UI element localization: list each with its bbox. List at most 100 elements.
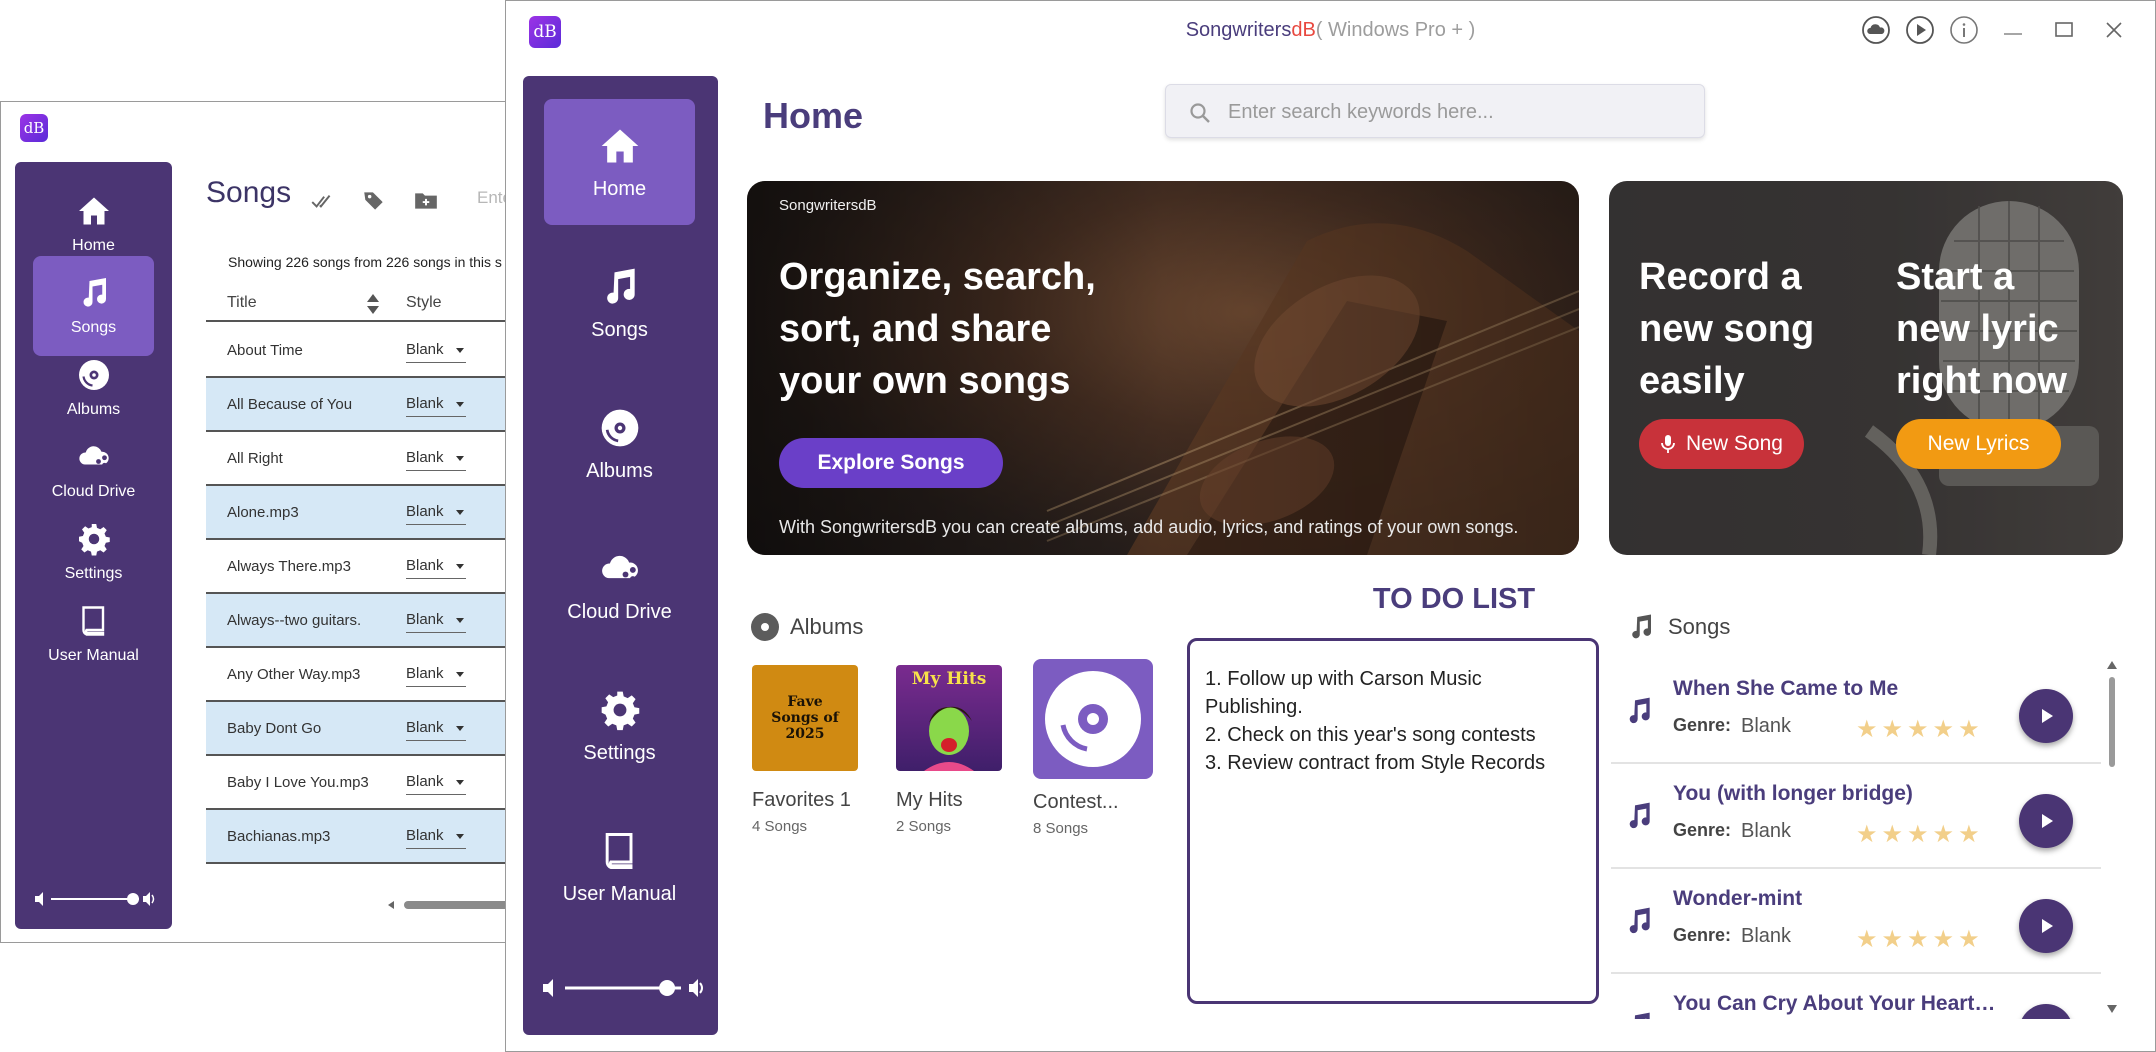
back-sidebar-item-user-manual[interactable]: User Manual xyxy=(33,584,154,684)
cloud-share-icon xyxy=(601,555,638,582)
sidebar-item-user-manual[interactable]: User Manual xyxy=(544,804,695,930)
tag-icon[interactable] xyxy=(361,188,387,214)
search-bar[interactable] xyxy=(1165,84,1705,138)
back-sidebar-label: Home xyxy=(72,237,115,254)
home-icon xyxy=(78,197,109,225)
search-input[interactable] xyxy=(1228,93,1688,131)
maximize-icon[interactable] xyxy=(2049,15,2079,45)
sidebar-item-settings[interactable]: Settings xyxy=(544,663,695,789)
chevron-down-icon xyxy=(456,510,464,515)
songs-section-header: Songs xyxy=(1626,611,1730,643)
volume-slider[interactable] xyxy=(541,975,706,1001)
table-row[interactable]: All Right Blank xyxy=(206,432,529,486)
table-row[interactable]: Baby I Love You.mp3 Blank xyxy=(206,756,529,810)
page-title: Songs xyxy=(206,176,292,209)
genre-label: Genre: xyxy=(1673,820,1732,840)
style-dropdown[interactable]: Blank xyxy=(406,661,466,687)
style-value: Blank xyxy=(406,449,444,466)
album-card[interactable]: Contest... 8 Songs xyxy=(1033,659,1153,837)
volume-knob[interactable] xyxy=(659,980,676,996)
album-card[interactable]: My Hits My Hits 2 Songs xyxy=(896,665,1016,835)
play-button[interactable] xyxy=(2019,899,2073,953)
genre-value: Blank xyxy=(1741,820,1792,842)
song-item[interactable]: You Can Cry About Your Heartbr... xyxy=(1611,974,2101,1019)
gear-icon xyxy=(78,524,110,556)
minimize-icon[interactable] xyxy=(1998,15,2028,45)
chevron-down-icon xyxy=(456,726,464,731)
book-icon xyxy=(81,606,104,636)
table-row[interactable]: Bachianas.mp3 Blank xyxy=(206,810,529,864)
style-dropdown[interactable]: Blank xyxy=(406,823,466,849)
song-title[interactable]: You Can Cry About Your Heartbr... xyxy=(1673,992,2003,1016)
table-row[interactable]: Baby Dont Go Blank xyxy=(206,702,529,756)
music-note-icon xyxy=(83,278,106,307)
play-button[interactable] xyxy=(2019,794,2073,848)
info-icon[interactable] xyxy=(1949,15,1979,45)
close-icon[interactable] xyxy=(2099,15,2129,45)
album-name: My Hits xyxy=(896,789,963,811)
sidebar-item-home[interactable]: Home xyxy=(544,99,695,225)
play-button[interactable] xyxy=(2019,1004,2073,1019)
style-dropdown[interactable]: Blank xyxy=(406,499,466,525)
column-style[interactable]: Style xyxy=(406,294,442,312)
book-icon xyxy=(605,832,632,869)
song-title: About Time xyxy=(227,342,303,359)
style-dropdown[interactable]: Blank xyxy=(406,607,466,633)
style-value: Blank xyxy=(406,395,444,412)
song-title[interactable]: Wonder-mint xyxy=(1673,887,2003,911)
play-button[interactable] xyxy=(2019,689,2073,743)
volume-slider[interactable] xyxy=(33,889,158,909)
style-dropdown[interactable]: Blank xyxy=(406,715,466,741)
style-value: Blank xyxy=(406,341,444,358)
star-rating[interactable]: ★★★★★ xyxy=(1856,820,1984,848)
back-window[interactable]: dB Home Songs Albums Cloud Drive Setting… xyxy=(0,101,530,943)
table-row[interactable]: About Time Blank xyxy=(206,324,529,378)
table-row[interactable]: Any Other Way.mp3 Blank xyxy=(206,648,529,702)
play-icon xyxy=(2042,919,2053,933)
genre-value: Blank xyxy=(1741,715,1792,737)
album-cover: My Hits xyxy=(896,665,1002,771)
column-title[interactable]: Title xyxy=(227,294,257,312)
explore-songs-button[interactable]: Explore Songs xyxy=(779,438,1003,488)
vertical-scrollbar[interactable] xyxy=(2103,659,2121,1019)
star-rating[interactable]: ★★★★★ xyxy=(1856,715,1984,743)
song-item[interactable]: When She Came to Me Genre: Blank ★★★★★ xyxy=(1611,659,2101,764)
style-dropdown[interactable]: Blank xyxy=(406,553,466,579)
new-lyrics-button[interactable]: New Lyrics xyxy=(1896,419,2061,469)
style-dropdown[interactable]: Blank xyxy=(406,337,466,363)
play-circle-icon[interactable] xyxy=(1905,15,1935,45)
todo-textarea[interactable]: 1. Follow up with Carson Music Publishin… xyxy=(1187,638,1599,1004)
sort-icon[interactable] xyxy=(366,292,380,316)
table-row[interactable]: Always There.mp3 Blank xyxy=(206,540,529,594)
sidebar-item-songs[interactable]: Songs xyxy=(544,240,695,366)
todo-text[interactable]: 1. Follow up with Carson Music Publishin… xyxy=(1205,665,1585,777)
main-window[interactable]: dB SongwritersdB ( Windows Pro + ) Home S… xyxy=(505,0,2156,1052)
sidebar-item-albums[interactable]: Albums xyxy=(544,381,695,507)
song-title[interactable]: You (with longer bridge) xyxy=(1673,782,2003,806)
home-icon xyxy=(601,129,638,162)
check-all-icon[interactable] xyxy=(309,188,335,214)
record-heading: Record a new song easily xyxy=(1639,256,1815,402)
star-rating[interactable]: ★★★★★ xyxy=(1856,925,1984,953)
table-row[interactable]: Always--two guitars. Blank xyxy=(206,594,529,648)
cloud-sync-icon[interactable] xyxy=(1861,15,1891,45)
chevron-down-icon xyxy=(456,672,464,677)
lyric-heading: Start a new lyric right now xyxy=(1896,256,2067,402)
add-folder-icon[interactable] xyxy=(413,188,439,214)
album-cover-text: Fave Songs of 2025 xyxy=(771,694,839,742)
style-dropdown[interactable]: Blank xyxy=(406,391,466,417)
song-title: All Right xyxy=(227,450,283,467)
song-item[interactable]: You (with longer bridge) Genre: Blank ★★… xyxy=(1611,764,2101,869)
cloud-share-icon xyxy=(78,446,109,468)
table-row[interactable]: All Because of You Blank xyxy=(206,378,529,432)
sidebar-item-cloud-drive[interactable]: Cloud Drive xyxy=(544,522,695,648)
style-dropdown[interactable]: Blank xyxy=(406,445,466,471)
song-title[interactable]: When She Came to Me xyxy=(1673,677,2003,701)
hero-brand: SongwritersdB xyxy=(779,197,877,214)
album-song-count: 2 Songs xyxy=(896,818,952,835)
style-dropdown[interactable]: Blank xyxy=(406,769,466,795)
album-card[interactable]: Fave Songs of 2025 Favorites 1 4 Songs xyxy=(752,665,872,835)
table-row[interactable]: Alone.mp3 Blank xyxy=(206,486,529,540)
new-song-button[interactable]: New Song xyxy=(1639,419,1804,469)
song-item[interactable]: Wonder-mint Genre: Blank ★★★★★ xyxy=(1611,869,2101,974)
